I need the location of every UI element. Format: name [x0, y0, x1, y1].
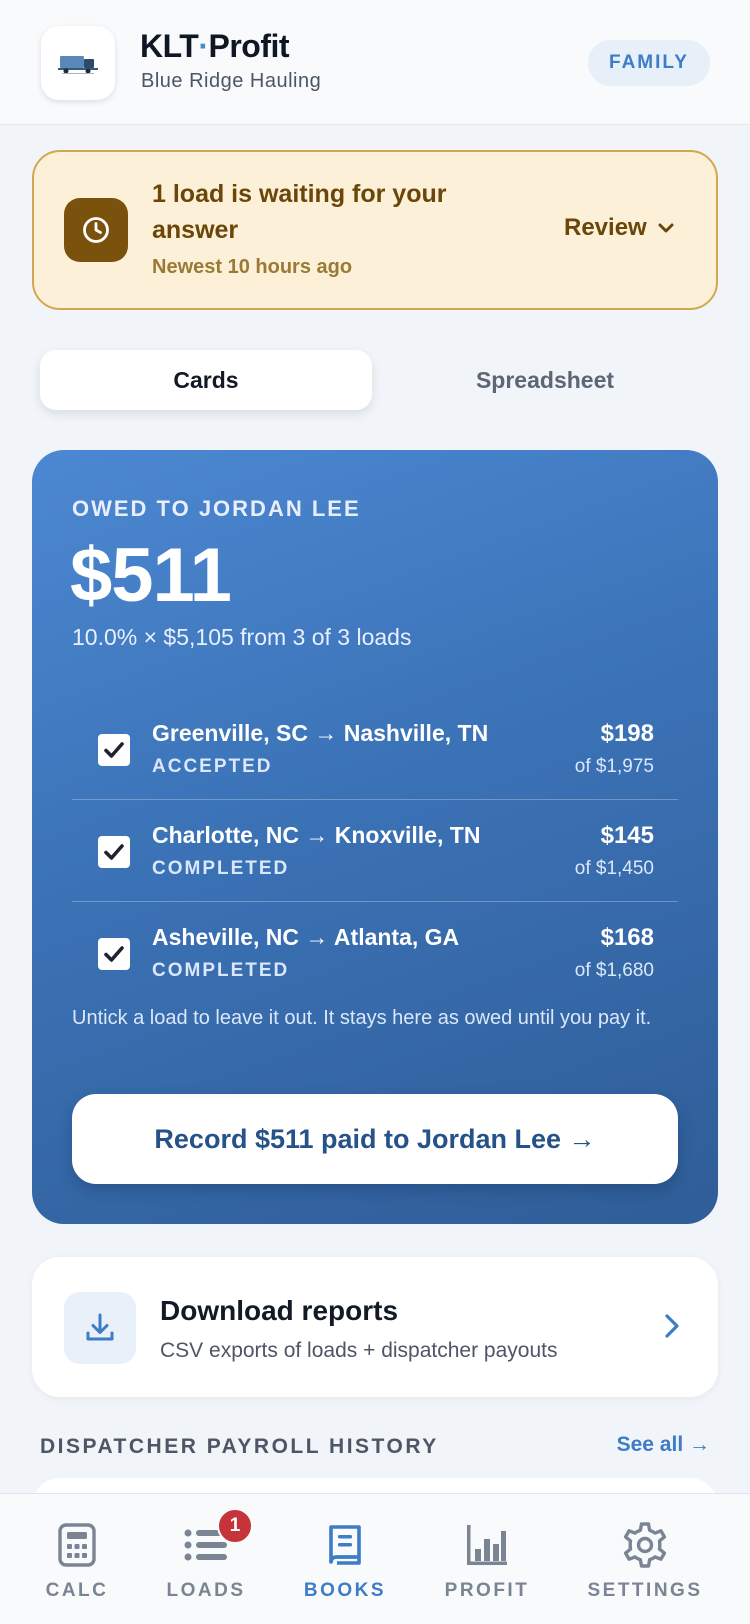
load-total: of $1,450 [574, 858, 654, 879]
truck-logo-icon [58, 56, 98, 74]
nav-calc[interactable]: CALC [2, 1494, 152, 1624]
nav-profit[interactable]: PROFIT [412, 1494, 562, 1624]
load-status: ACCEPTED [152, 756, 273, 777]
load-payout: $145 [600, 822, 654, 849]
chevron-right-icon [664, 1313, 680, 1344]
load-row[interactable]: Greenville, SC → Nashville, TN ACCEPTED … [72, 700, 678, 800]
calculator-icon [57, 1520, 97, 1570]
pending-load-title: 1 load is waiting for your answer [152, 180, 447, 244]
pending-load-time: Newest 10 hours ago [152, 256, 353, 278]
app-title: KLT·Profit [140, 28, 290, 64]
load-row[interactable]: Asheville, NC → Atlanta, GA COMPLETED $1… [72, 904, 678, 1004]
nav-label: BOOKS [303, 1580, 387, 1601]
load-checkbox[interactable] [98, 938, 130, 970]
nav-label: CALC [45, 1580, 109, 1601]
app-header: KLT·Profit Blue Ridge Hauling FAMILY [0, 0, 750, 125]
company-name: Blue Ridge Hauling [141, 70, 322, 92]
untick-hint: Untick a load to leave it out. It stays … [72, 1007, 652, 1029]
view-toggle: Cards Spreadsheet [40, 350, 710, 410]
tab-spreadsheet[interactable]: Spreadsheet [379, 350, 711, 410]
bottom-nav: CALC 1 LOADS BOOKS PROFIT SETTINGS [0, 1493, 750, 1624]
checkmark-icon [104, 742, 124, 758]
clock-icon [64, 198, 128, 262]
download-reports-title: Download reports [160, 1295, 399, 1326]
nav-books[interactable]: BOOKS [270, 1494, 420, 1624]
checkmark-icon [104, 844, 124, 860]
pending-load-banner[interactable]: 1 load is waiting for your answer Newest… [32, 150, 718, 310]
plan-badge: FAMILY [588, 40, 710, 86]
nav-settings[interactable]: SETTINGS [570, 1494, 720, 1624]
load-checkbox[interactable] [98, 734, 130, 766]
download-reports-subtitle: CSV exports of loads + dispatcher payout… [160, 1339, 558, 1362]
checkmark-icon [104, 946, 124, 962]
company-logo[interactable] [41, 26, 115, 100]
load-status: COMPLETED [152, 858, 290, 879]
load-total: of $1,680 [574, 960, 654, 981]
load-row[interactable]: Charlotte, NC → Knoxville, TN COMPLETED … [72, 802, 678, 902]
download-reports-card[interactable]: Download reports CSV exports of loads + … [32, 1257, 718, 1397]
load-checkbox[interactable] [98, 836, 130, 868]
book-icon [325, 1520, 365, 1570]
payroll-history-heading: DISPATCHER PAYROLL HISTORY [40, 1435, 439, 1458]
download-icon [64, 1292, 136, 1364]
see-all-link[interactable]: See all → [617, 1433, 710, 1457]
owed-calculation: 10.0% × $5,105 from 3 of 3 loads [72, 624, 412, 650]
bar-chart-icon [465, 1520, 509, 1570]
owed-amount: $511 [70, 533, 232, 618]
load-payout: $168 [600, 924, 654, 951]
nav-loads[interactable]: 1 LOADS [131, 1494, 281, 1624]
loads-count-badge: 1 [217, 1508, 253, 1544]
nav-label: PROFIT [444, 1580, 530, 1601]
nav-label: SETTINGS [587, 1580, 703, 1601]
chevron-down-icon [658, 223, 674, 233]
load-route: Charlotte, NC → Knoxville, TN [152, 822, 481, 848]
load-route: Greenville, SC → Nashville, TN [152, 720, 489, 746]
load-payout: $198 [600, 720, 654, 747]
owed-label: OWED TO JORDAN LEE [72, 496, 361, 521]
record-payment-button[interactable]: Record $511 paid to Jordan Lee → [72, 1094, 678, 1184]
list-icon: 1 [183, 1508, 253, 1570]
owed-summary-card: OWED TO JORDAN LEE $511 10.0% × $5,105 f… [32, 450, 718, 1224]
gear-icon [621, 1520, 669, 1570]
load-total: of $1,975 [574, 756, 654, 777]
tab-cards[interactable]: Cards [40, 350, 372, 410]
load-status: COMPLETED [152, 960, 290, 981]
review-label: Review [564, 214, 647, 241]
nav-label: LOADS [166, 1580, 246, 1601]
review-button[interactable]: Review [564, 210, 675, 246]
load-route: Asheville, NC → Atlanta, GA [152, 924, 460, 950]
